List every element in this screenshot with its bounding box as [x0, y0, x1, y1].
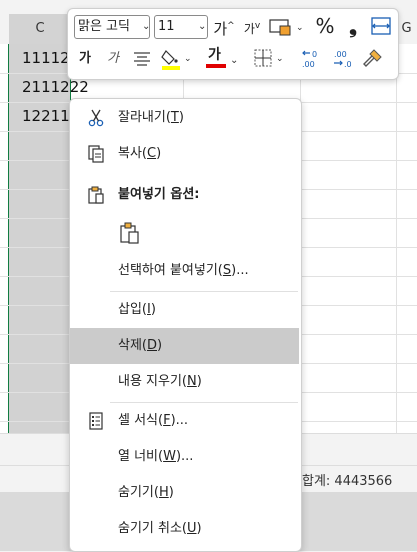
menu-item-label: 선택하여 붙여넣기(S)... — [118, 263, 249, 278]
chevron-down-icon[interactable]: ⌄ — [198, 21, 206, 32]
font-color-swatch — [206, 64, 226, 68]
status-sum: 합계: 4443566 — [302, 474, 393, 489]
paste-icon — [120, 222, 139, 244]
menu-item-insert[interactable]: 삽입(I) — [70, 292, 299, 328]
italic-button[interactable]: 가 — [104, 47, 122, 71]
format-cells-icon — [89, 412, 103, 430]
svg-text:0: 0 — [312, 50, 317, 59]
menu-item-label: 삽입(I) — [118, 302, 156, 317]
chevron-down-icon: ⌄ — [230, 55, 239, 66]
menu-item-label: 셀 서식(F)... — [118, 413, 189, 428]
font-name-dropdown[interactable]: 맑은 고딕 — [74, 15, 150, 39]
column-header-g[interactable]: G — [396, 14, 417, 44]
menu-item-label: 잘라내기(T) — [118, 110, 184, 125]
format-painter-icon — [363, 49, 382, 67]
svg-text:⌄: ⌄ — [184, 54, 192, 64]
menu-item-column-width[interactable]: 열 너비(W)... — [70, 439, 299, 475]
menu-header-label: 붙여넣기 옵션: — [118, 187, 200, 202]
svg-text:⌄: ⌄ — [276, 54, 284, 64]
context-menu: 잘라내기(T) 복사(C) 붙여넣기 옵션: 선택하여 붙여넣기(S)... 삽… — [69, 98, 302, 552]
comma-style-button[interactable]: ❟ — [342, 14, 364, 38]
align-center-icon — [134, 52, 150, 66]
grow-font-icon: 가 — [213, 20, 228, 38]
grow-font-button[interactable]: 가^ — [212, 14, 236, 38]
menu-item-label: 복사(C) — [118, 146, 162, 161]
menu-item-unhide[interactable]: 숨기기 취소(U) — [70, 511, 299, 547]
cell-c2[interactable]: 2111222 — [22, 78, 89, 96]
fill-color-button[interactable]: ⌄ — [160, 47, 194, 71]
decrease-decimal-icon: .00 .0 — [334, 50, 352, 69]
menu-item-cut[interactable]: 잘라내기(T) — [70, 100, 299, 136]
merge-center-icon — [371, 17, 391, 35]
bold-icon: 가 — [79, 51, 91, 66]
borders-button[interactable]: ⌄ — [252, 47, 288, 71]
increase-decimal-icon: .00 0 — [302, 50, 317, 69]
comma-icon: ❟ — [349, 14, 357, 38]
menu-header-paste-options: 붙여넣기 옵션: — [70, 177, 299, 213]
scissors-icon — [88, 109, 104, 127]
cell-style-button[interactable]: ⌄ — [268, 15, 306, 39]
svg-text:.00: .00 — [334, 50, 347, 59]
percent-style-button[interactable]: % — [313, 14, 337, 38]
menu-item-label: 내용 지우기(N) — [118, 374, 202, 389]
svg-text:⌄: ⌄ — [296, 23, 304, 33]
menu-item-clear-contents[interactable]: 내용 지우기(N) — [70, 364, 299, 400]
clipboard-icon — [88, 186, 104, 204]
paste-option-button[interactable] — [70, 213, 299, 253]
mini-toolbar: 맑은 고딕 ⌄ 11 ⌄ 가^ 가v ⌄ % ❟ 가 가 ⌄ 가 ⌄ ⌄ .00… — [67, 8, 399, 80]
svg-text:.00: .00 — [302, 60, 315, 69]
font-size-value: 11 — [158, 19, 175, 34]
shrink-font-button[interactable]: 가v — [240, 14, 264, 38]
font-color-button[interactable]: 가 ⌄ — [204, 47, 238, 71]
format-painter-button[interactable] — [360, 47, 386, 71]
fill-color-icon: ⌄ — [161, 50, 192, 70]
menu-item-label: 숨기기 취소(U) — [118, 521, 202, 536]
cell-style-icon: ⌄ — [269, 19, 304, 36]
font-name-value: 맑은 고딕 — [78, 19, 130, 34]
merge-center-button[interactable] — [370, 15, 394, 39]
decrease-decimal-button[interactable]: .00 .0 — [330, 47, 356, 71]
menu-item-paste-special[interactable]: 선택하여 붙여넣기(S)... — [70, 253, 299, 289]
align-center-button[interactable] — [132, 47, 154, 71]
menu-item-label: 열 너비(W)... — [118, 449, 194, 464]
menu-item-label: 숨기기(H) — [118, 485, 174, 500]
italic-icon: 가 — [107, 51, 119, 66]
svg-text:.0: .0 — [344, 60, 352, 69]
menu-item-label: 삭제(D) — [118, 338, 163, 353]
borders-icon: ⌄ — [254, 49, 284, 67]
shrink-font-icon: 가 — [243, 22, 255, 36]
increase-decimal-button[interactable]: .00 0 — [300, 47, 326, 71]
menu-item-copy[interactable]: 복사(C) — [70, 136, 299, 172]
menu-item-hide[interactable]: 숨기기(H) — [70, 475, 299, 511]
copy-icon — [88, 145, 104, 163]
bold-button[interactable]: 가 — [76, 47, 94, 71]
percent-icon: % — [315, 14, 335, 38]
menu-item-delete[interactable]: 삭제(D) — [70, 328, 299, 364]
menu-item-format-cells[interactable]: 셀 서식(F)... — [70, 403, 299, 439]
column-header-c[interactable]: C — [9, 14, 71, 46]
chevron-down-icon[interactable]: ⌄ — [142, 21, 150, 32]
